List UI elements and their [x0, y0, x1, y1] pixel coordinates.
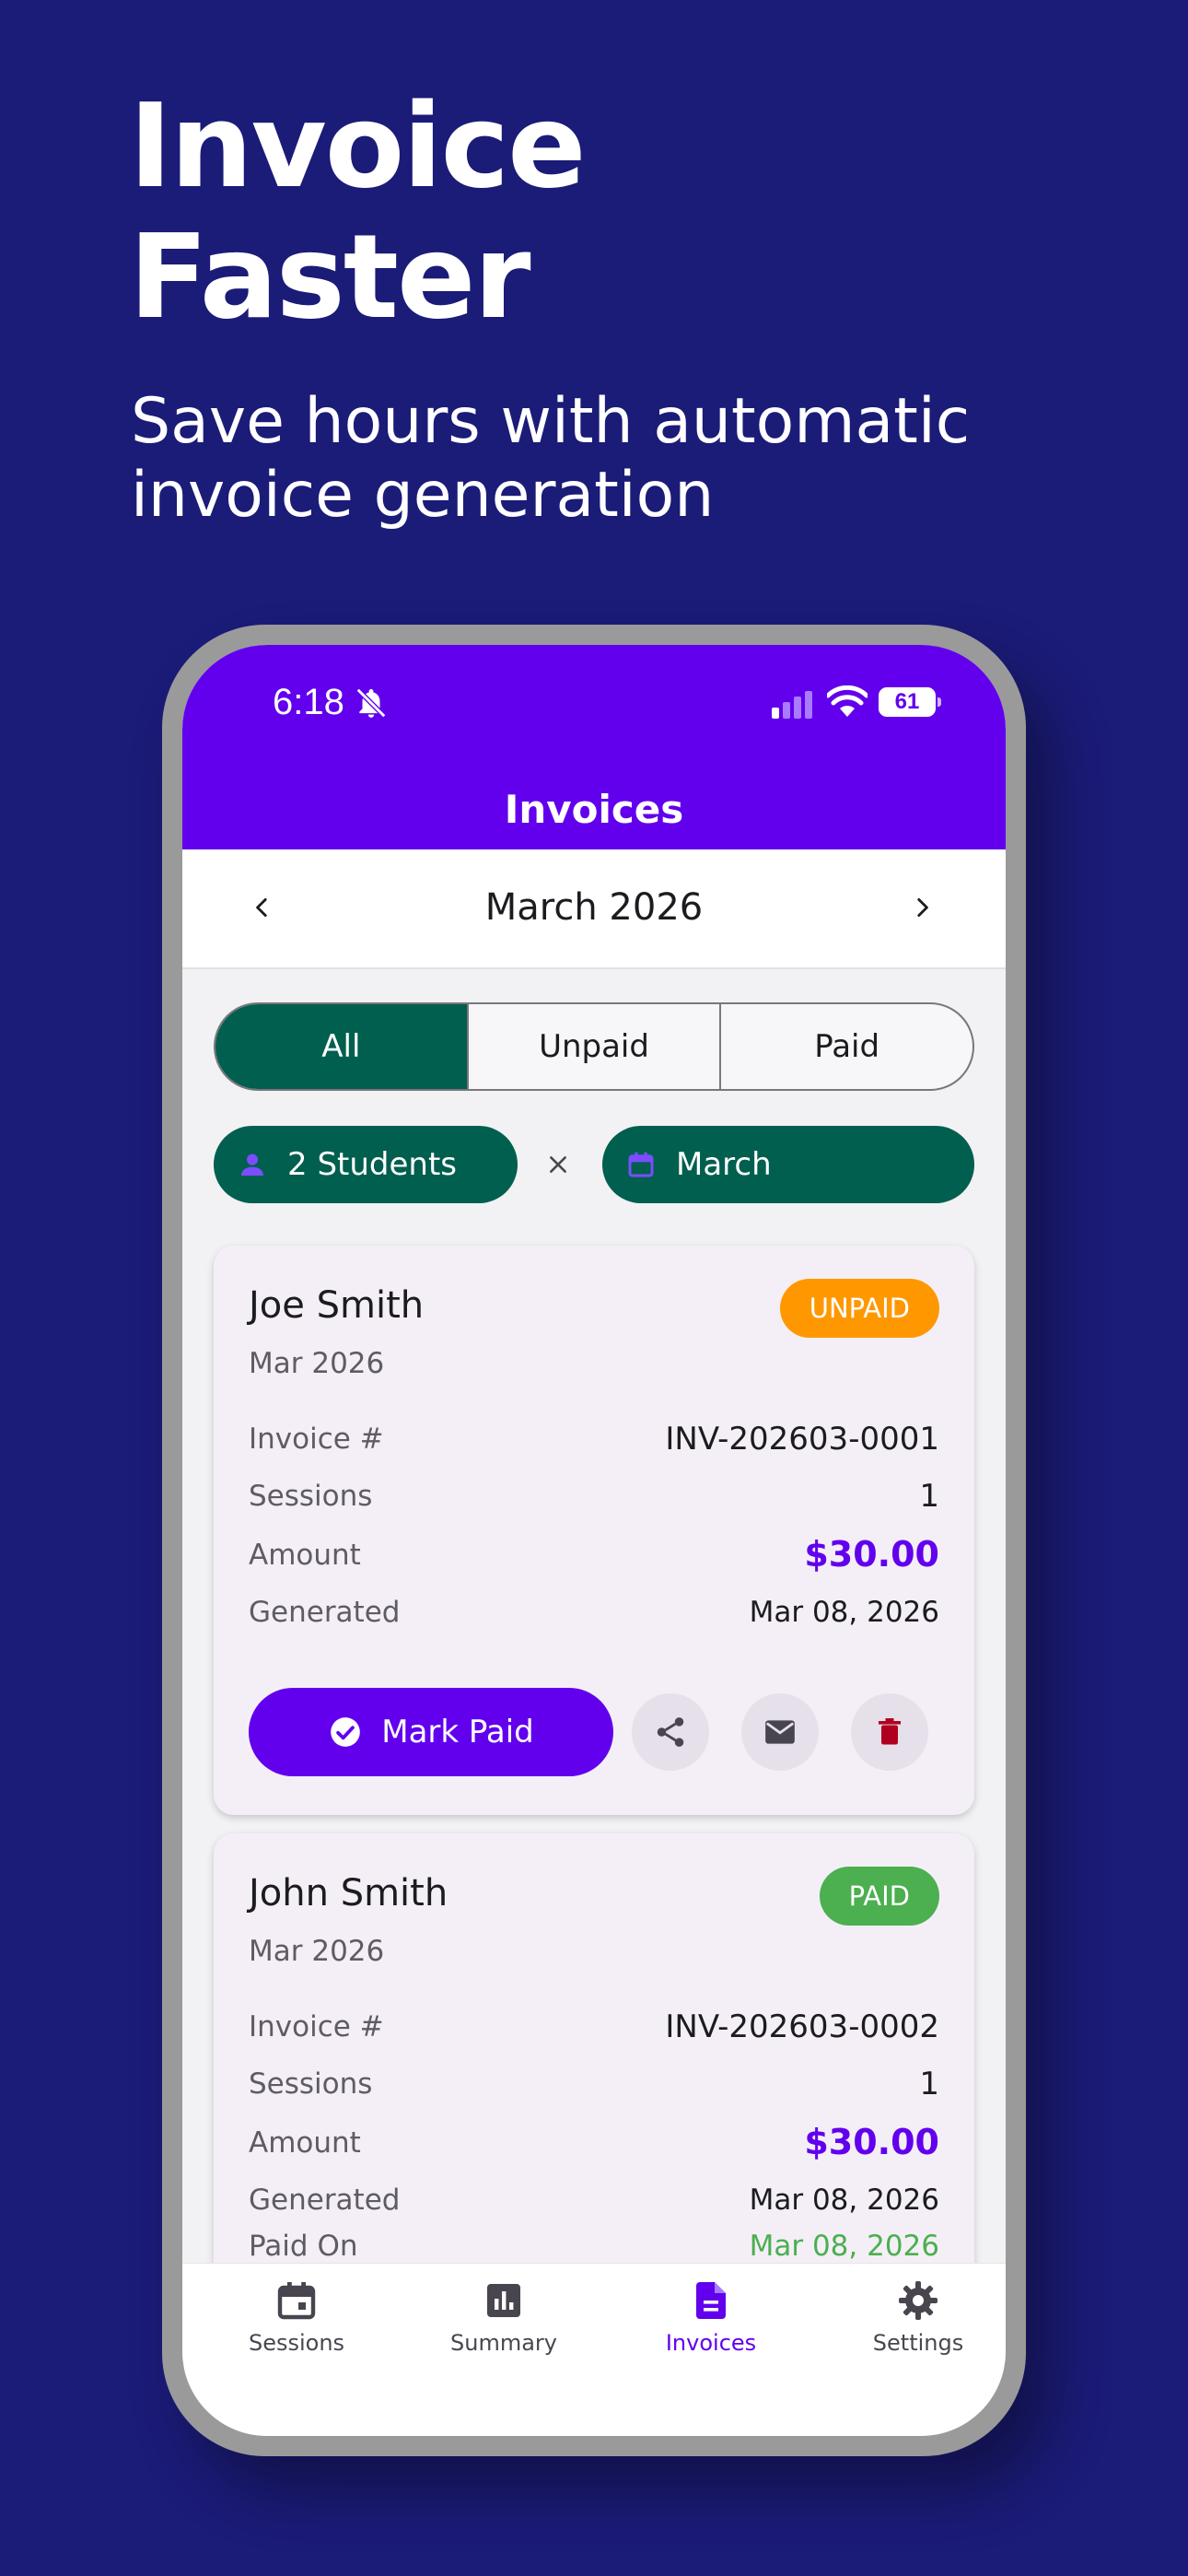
amount-value: $30.00: [804, 1534, 939, 1575]
invoice-card: John Smith PAID Mar 2026 Invoice # INV-2…: [214, 1833, 974, 2313]
nav-item-summary[interactable]: Summary: [412, 2278, 596, 2356]
promo-subtitle: Save hours with automatic invoice genera…: [131, 385, 1052, 533]
promo-title-line: Invoice: [129, 78, 587, 214]
invoice-period: Mar 2026: [249, 1347, 385, 1380]
nav-label: Sessions: [248, 2330, 345, 2356]
month-filter-chip[interactable]: March: [602, 1126, 974, 1203]
invoice-period: Mar 2026: [249, 1935, 385, 1968]
invoice-number-label: Invoice #: [249, 2010, 384, 2043]
next-month-button[interactable]: [899, 884, 945, 931]
person-icon: [241, 1153, 263, 1176]
chevron-right-icon: [917, 897, 928, 918]
status-badge: UNPAID: [779, 1279, 939, 1338]
clear-filter-button[interactable]: [532, 1139, 584, 1190]
nav-label: Settings: [872, 2330, 964, 2356]
sessions-label: Sessions: [249, 1480, 373, 1513]
mail-icon: [765, 1720, 795, 1744]
generated-value: Mar 08, 2026: [749, 1596, 939, 1629]
paid-on-label: Paid On: [249, 2230, 358, 2263]
generated-label: Generated: [249, 2184, 401, 2217]
mark-paid-button[interactable]: Mark Paid: [249, 1688, 613, 1776]
gear-icon: [899, 2281, 938, 2320]
generated-label: Generated: [249, 1596, 401, 1629]
bar-chart-icon: [487, 2284, 520, 2317]
amount-label: Amount: [249, 2126, 361, 2160]
invoice-number-value: INV-202603-0001: [665, 1421, 939, 1458]
app-bar: 6:18 61 Invoices: [182, 645, 1006, 849]
generated-value: Mar 08, 2026: [749, 2184, 939, 2217]
status-filter: All Unpaid Paid: [214, 1002, 974, 1091]
invoice-number-value: INV-202603-0002: [665, 2008, 939, 2045]
nav-label: Summary: [450, 2330, 557, 2356]
amount-label: Amount: [249, 1539, 361, 1572]
mark-paid-label: Mark Paid: [381, 1714, 534, 1751]
promo-subtitle-line: Save hours with automatic: [131, 385, 971, 458]
month-chip-label: March: [676, 1146, 772, 1183]
sessions-label: Sessions: [249, 2067, 373, 2101]
status-time: 6:18: [273, 682, 344, 722]
email-button[interactable]: [741, 1693, 819, 1771]
student-name: Joe Smith: [249, 1284, 425, 1327]
close-icon: [550, 1156, 566, 1173]
nav-label: Invoices: [665, 2330, 757, 2356]
filter-paid[interactable]: Paid: [721, 1004, 973, 1089]
status-badge: PAID: [819, 1867, 939, 1926]
battery-indicator: 61: [879, 687, 941, 717]
phone-screen: 6:18 61 Invoices March 2026 All Unpaid P…: [182, 645, 1006, 2436]
bell-off-icon: [355, 687, 387, 719]
amount-value: $30.00: [804, 2122, 939, 2162]
document-icon: [696, 2282, 726, 2319]
nav-item-invoices[interactable]: Invoices: [619, 2278, 803, 2356]
delete-button[interactable]: [851, 1693, 928, 1771]
invoice-number-label: Invoice #: [249, 1423, 384, 1456]
share-icon: [657, 1717, 684, 1747]
promo-title: Invoice Faster: [129, 78, 587, 345]
students-filter-chip[interactable]: 2 Students: [214, 1126, 518, 1203]
check-circle-icon: [331, 1717, 361, 1747]
bottom-navigation: Sessions Summary Invoices Settings: [182, 2263, 1006, 2436]
nav-item-settings[interactable]: Settings: [826, 2278, 1006, 2356]
month-navigator: March 2026: [182, 849, 1006, 969]
student-name: John Smith: [249, 1872, 448, 1914]
nav-item-sessions[interactable]: Sessions: [204, 2278, 389, 2356]
promo-title-line: Faster: [129, 209, 531, 345]
promo-subtitle-line: invoice generation: [131, 459, 715, 532]
sessions-value: 1: [919, 2066, 939, 2102]
page-title: Invoices: [504, 787, 684, 832]
cellular-signal-icon: [772, 691, 812, 719]
phone-frame: 6:18 61 Invoices March 2026 All Unpaid P…: [162, 625, 1026, 2456]
students-chip-label: 2 Students: [287, 1146, 457, 1183]
paid-on-value: Mar 08, 2026: [749, 2230, 939, 2263]
share-button[interactable]: [632, 1693, 709, 1771]
invoice-card: Joe Smith UNPAID Mar 2026 Invoice # INV-…: [214, 1246, 974, 1815]
current-month-label: March 2026: [484, 886, 704, 929]
wifi-icon: [827, 685, 868, 717]
filter-all[interactable]: All: [215, 1004, 469, 1089]
calendar-icon: [277, 2282, 316, 2320]
filter-unpaid[interactable]: Unpaid: [469, 1004, 722, 1089]
calendar-icon: [628, 1152, 654, 1177]
trash-icon: [879, 1718, 901, 1745]
sessions-value: 1: [919, 1478, 939, 1515]
